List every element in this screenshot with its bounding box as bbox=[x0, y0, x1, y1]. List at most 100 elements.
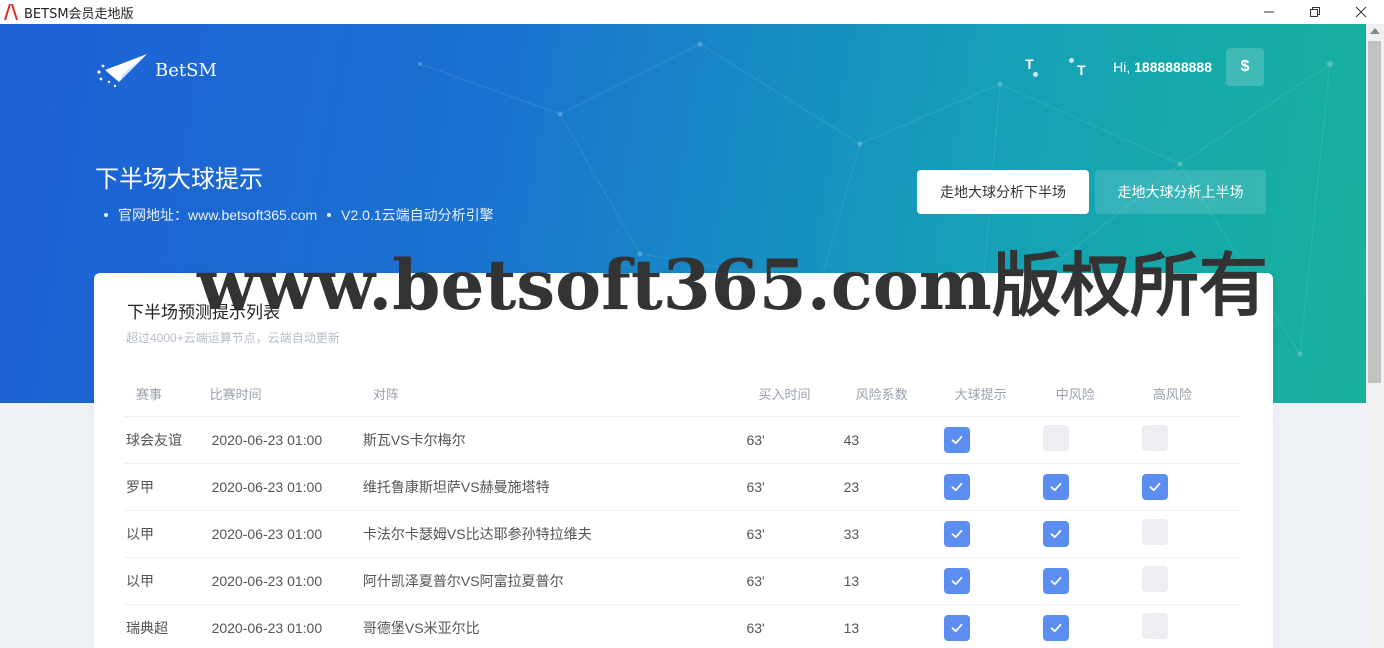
restore-button[interactable] bbox=[1292, 0, 1338, 24]
mid-check-cell bbox=[1041, 463, 1141, 511]
table-row[interactable]: 罗甲 2020-06-23 01:00 维托鲁康斯坦萨VS赫曼施塔特 63' 23 bbox=[124, 463, 1240, 511]
close-icon bbox=[1355, 6, 1367, 18]
big-check-cell bbox=[942, 416, 1042, 464]
buy-time-cell: 63' bbox=[746, 510, 844, 558]
match-cell: 斯瓦VS卡尔梅尔 bbox=[362, 416, 747, 464]
buy-time-cell: 63' bbox=[746, 604, 844, 648]
buy-time-cell: 63' bbox=[746, 416, 844, 464]
checked-checkbox[interactable] bbox=[943, 614, 970, 641]
checked-checkbox[interactable] bbox=[1042, 614, 1069, 641]
mid-check-cell bbox=[1041, 557, 1141, 605]
mid-check-cell bbox=[1041, 604, 1141, 648]
dollar-icon: $ bbox=[1240, 58, 1250, 75]
close-button[interactable] bbox=[1338, 0, 1384, 24]
high-check-cell bbox=[1140, 557, 1240, 605]
watermark-text: www.betsoft365.com版权所有 bbox=[197, 245, 1268, 326]
checked-checkbox[interactable] bbox=[1042, 520, 1069, 547]
checked-checkbox[interactable] bbox=[1141, 473, 1168, 500]
first-half-analysis-button[interactable]: 走地大球分析上半场 bbox=[1095, 170, 1266, 214]
username: 1888888888 bbox=[1134, 59, 1212, 75]
risk-cell: 23 bbox=[843, 463, 943, 511]
checked-checkbox[interactable] bbox=[1042, 567, 1069, 594]
bullet bbox=[327, 213, 332, 217]
mid-check-cell bbox=[1041, 510, 1141, 558]
high-check-cell bbox=[1140, 416, 1240, 464]
risk-cell: 13 bbox=[843, 604, 943, 648]
scroll-up-arrow-icon[interactable] bbox=[1370, 28, 1380, 34]
table-row[interactable]: 球会友谊 2020-06-23 01:00 斯瓦VS卡尔梅尔 63' 43 bbox=[124, 416, 1240, 464]
checked-checkbox[interactable] bbox=[943, 520, 970, 547]
time-cell: 2020-06-23 01:00 bbox=[209, 463, 363, 511]
risk-cell: 43 bbox=[843, 416, 943, 464]
window-controls bbox=[1246, 0, 1384, 24]
unchecked-checkbox[interactable] bbox=[1141, 425, 1168, 451]
table-row[interactable]: 瑞典超 2020-06-23 01:00 哥德堡VS米亚尔比 63' 13 bbox=[124, 604, 1240, 648]
checked-checkbox[interactable] bbox=[1042, 473, 1069, 500]
high-check-cell bbox=[1140, 510, 1240, 558]
greeting-prefix: Hi, bbox=[1113, 59, 1131, 75]
text-size-icon[interactable]: T bbox=[1017, 52, 1047, 82]
unchecked-checkbox[interactable] bbox=[1141, 519, 1168, 545]
unchecked-checkbox[interactable] bbox=[1042, 425, 1069, 451]
big-check-cell bbox=[942, 510, 1042, 558]
risk-cell: 13 bbox=[843, 557, 943, 605]
column-header: 比赛时间 bbox=[209, 372, 363, 417]
second-half-analysis-button[interactable]: 走地大球分析下半场 bbox=[917, 170, 1089, 214]
bullet bbox=[104, 213, 108, 217]
match-cell: 卡法尔卡瑟姆VS比达耶参孙特拉维夫 bbox=[362, 510, 747, 558]
column-header: 买入时间 bbox=[746, 372, 844, 417]
minimize-icon bbox=[1264, 11, 1274, 13]
brand-logo[interactable]: BetSM bbox=[95, 52, 217, 88]
header-actions: T T Hi, 1888888888 $ bbox=[1017, 48, 1264, 86]
app-logo-icon bbox=[4, 4, 18, 20]
time-cell: 2020-06-23 01:00 bbox=[209, 604, 363, 648]
risk-cell: 33 bbox=[843, 510, 943, 558]
buy-time-cell: 63' bbox=[746, 557, 844, 605]
site-label: 官网地址：www.betsoft365.com bbox=[118, 207, 318, 223]
event-cell: 罗甲 bbox=[124, 463, 210, 511]
minimize-button[interactable] bbox=[1246, 0, 1292, 24]
unchecked-checkbox[interactable] bbox=[1141, 566, 1168, 592]
restore-icon bbox=[1310, 7, 1320, 17]
match-cell: 哥德堡VS米亚尔比 bbox=[362, 604, 747, 648]
hero-subtitle: 官网地址：www.betsoft365.com V2.0.1云端自动分析引擎 bbox=[104, 205, 494, 225]
big-check-cell bbox=[942, 604, 1042, 648]
prediction-table: 赛事 比赛时间 对阵 买入时间 风险系数 大球提示 中风险 高风险 球会友谊 20… bbox=[124, 372, 1240, 648]
column-header: 赛事 bbox=[124, 372, 210, 417]
column-header: 大球提示 bbox=[942, 372, 1042, 417]
mid-check-cell bbox=[1041, 416, 1141, 464]
table-row[interactable]: 以甲 2020-06-23 01:00 阿什凯泽夏普尔VS阿富拉夏普尔 63' 13 bbox=[124, 557, 1240, 605]
version-label: V2.0.1云端自动分析引擎 bbox=[341, 207, 494, 223]
time-cell: 2020-06-23 01:00 bbox=[209, 510, 363, 558]
scrollbar-thumb[interactable] bbox=[1368, 41, 1381, 383]
page-title: 下半场大球提示 bbox=[95, 165, 263, 193]
big-check-cell bbox=[942, 463, 1042, 511]
checked-checkbox[interactable] bbox=[943, 426, 970, 453]
user-greeting: Hi, 1888888888 bbox=[1113, 59, 1212, 75]
brand-name: BetSM bbox=[155, 59, 217, 81]
big-check-cell bbox=[942, 557, 1042, 605]
window-title: BETSM会员走地版 bbox=[24, 6, 134, 22]
column-header: 对阵 bbox=[362, 372, 747, 417]
checked-checkbox[interactable] bbox=[943, 567, 970, 594]
high-check-cell bbox=[1140, 604, 1240, 648]
match-cell: 维托鲁康斯坦萨VS赫曼施塔特 bbox=[362, 463, 747, 511]
table-row[interactable]: 以甲 2020-06-23 01:00 卡法尔卡瑟姆VS比达耶参孙特拉维夫 63' 33 bbox=[124, 510, 1240, 558]
window-titlebar: BETSM会员走地版 bbox=[0, 0, 1384, 24]
paper-plane-icon bbox=[97, 54, 147, 88]
event-cell: 球会友谊 bbox=[124, 416, 210, 464]
event-cell: 以甲 bbox=[124, 557, 210, 605]
dollar-button[interactable]: $ bbox=[1226, 48, 1264, 86]
event-cell: 以甲 bbox=[124, 510, 210, 558]
column-header: 风险系数 bbox=[843, 372, 943, 417]
checked-checkbox[interactable] bbox=[943, 473, 970, 500]
high-check-cell bbox=[1140, 463, 1240, 511]
column-header: 中风险 bbox=[1041, 372, 1141, 417]
column-header: 高风险 bbox=[1140, 372, 1240, 417]
unchecked-checkbox[interactable] bbox=[1141, 613, 1168, 639]
time-cell: 2020-06-23 01:00 bbox=[209, 416, 363, 464]
event-cell: 瑞典超 bbox=[124, 604, 210, 648]
match-cell: 阿什凯泽夏普尔VS阿富拉夏普尔 bbox=[362, 557, 747, 605]
buy-time-cell: 63' bbox=[746, 463, 844, 511]
text-size-icon[interactable]: T bbox=[1065, 52, 1095, 82]
